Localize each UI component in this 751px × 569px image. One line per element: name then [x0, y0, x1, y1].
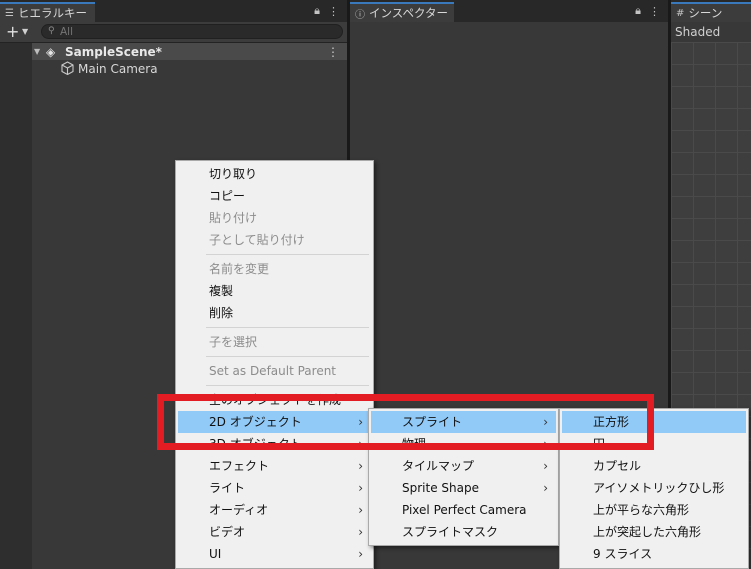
list-icon: ☰ — [5, 7, 14, 19]
menu-item-duplicate[interactable]: 複製 — [178, 280, 371, 302]
menu-item-sprite-shape[interactable]: Sprite Shape › — [371, 477, 556, 499]
menu-item-copy[interactable]: コピー — [178, 185, 371, 207]
chevron-right-icon: › — [358, 525, 363, 539]
menu-separator — [206, 327, 369, 328]
menu-item-capsule[interactable]: カプセル — [562, 455, 746, 477]
context-menu: 切り取り コピー 貼り付け 子として貼り付け 名前を変更 複製 削除 子を選択 … — [175, 160, 374, 569]
menu-item-paste-as-child: 子として貼り付け — [209, 233, 305, 247]
scene-name: SampleScene* — [65, 44, 162, 59]
lock-icon[interactable]: 🔒︎ — [635, 4, 641, 18]
hierarchy-item-main-camera[interactable]: Main Camera — [32, 60, 347, 77]
chevron-right-icon: › — [358, 547, 363, 561]
fold-arrow-icon[interactable]: ▼ — [34, 47, 40, 56]
tab-hierarchy[interactable]: ☰ ヒエラルキー — [0, 2, 95, 22]
menu-item-ui[interactable]: UI › — [178, 543, 371, 565]
draw-mode-dropdown[interactable]: Shaded — [675, 25, 720, 39]
chevron-right-icon: › — [358, 503, 363, 517]
tab-inspector-label: インスペクター — [369, 6, 449, 20]
lock-icon[interactable]: 🔒︎ — [314, 4, 320, 18]
scene-tabbar: # シーン — [671, 0, 751, 22]
tab-scene-label: シーン — [688, 6, 723, 20]
menu-item-9-sliced[interactable]: 9 スライス — [562, 543, 746, 565]
tab-scene[interactable]: # シーン — [671, 2, 751, 22]
menu-separator — [206, 385, 369, 386]
hierarchy-toolbar: + ▼ ⚲ — [0, 22, 347, 43]
gameobject-cube-icon — [61, 61, 74, 75]
menu-item-tilemap[interactable]: タイルマップ › — [371, 455, 556, 477]
menu-item-hexagon-flat-top[interactable]: 上が平らな六角形 — [562, 499, 746, 521]
hierarchy-tab-tools: 🔒︎ ⋮ — [314, 3, 339, 19]
info-icon: ⓘ — [355, 9, 365, 21]
tab-inspector[interactable]: ⓘ インスペクター — [350, 2, 454, 22]
menu-item-audio[interactable]: オーディオ › — [178, 499, 371, 521]
menu-item-light[interactable]: ライト › — [178, 477, 371, 499]
menu-separator — [206, 254, 369, 255]
chevron-right-icon: › — [543, 481, 548, 495]
menu-item-set-default-parent: Set as Default Parent — [209, 364, 337, 378]
chevron-right-icon: › — [543, 459, 548, 473]
scene-menu-icon[interactable]: ⋮ — [327, 45, 339, 59]
menu-item-rename: 名前を変更 — [209, 262, 270, 276]
hierarchy-tabbar: ☰ ヒエラルキー 🔒︎ ⋮ — [0, 0, 347, 22]
unity-scene-icon: ◈ — [46, 44, 56, 59]
tab-hierarchy-label: ヒエラルキー — [17, 6, 87, 20]
menu-separator — [206, 356, 369, 357]
scene-row[interactable]: ▼ ◈ SampleScene* ⋮ — [32, 43, 347, 60]
add-icon[interactable]: + — [6, 23, 19, 41]
menu-item-isometric-diamond[interactable]: アイソメトリックひし形 — [562, 477, 746, 499]
hierarchy-item-label: Main Camera — [78, 61, 158, 76]
search-input[interactable] — [60, 25, 330, 38]
menu-item-paste: 貼り付け — [209, 211, 258, 225]
inspector-tab-tools: 🔒︎ ⋮ — [635, 3, 660, 19]
menu-item-select-children: 子を選択 — [209, 335, 258, 349]
menu-item-effects[interactable]: エフェクト › — [178, 455, 371, 477]
menu-item-sprite-mask[interactable]: スプライトマスク — [371, 521, 556, 543]
annotation-highlight-box — [157, 394, 654, 450]
more-icon[interactable]: ⋮ — [649, 5, 660, 18]
menu-item-delete[interactable]: 削除 — [178, 302, 371, 324]
menu-item-hexagon-pointed-top[interactable]: 上が突起した六角形 — [562, 521, 746, 543]
menu-item-video[interactable]: ビデオ › — [178, 521, 371, 543]
more-icon[interactable]: ⋮ — [328, 5, 339, 18]
inspector-tabbar: ⓘ インスペクター 🔒︎ ⋮ — [350, 0, 668, 22]
chevron-down-icon[interactable]: ▼ — [22, 25, 28, 39]
menu-item-cut[interactable]: 切り取り — [178, 163, 371, 185]
chevron-right-icon: › — [358, 481, 363, 495]
chevron-right-icon: › — [358, 459, 363, 473]
hierarchy-gutter — [0, 43, 32, 569]
menu-item-pixel-perfect-camera[interactable]: Pixel Perfect Camera — [371, 499, 556, 521]
grid-icon: # — [676, 7, 685, 19]
search-icon: ⚲ — [48, 26, 55, 36]
hierarchy-search[interactable]: ⚲ — [41, 24, 343, 39]
